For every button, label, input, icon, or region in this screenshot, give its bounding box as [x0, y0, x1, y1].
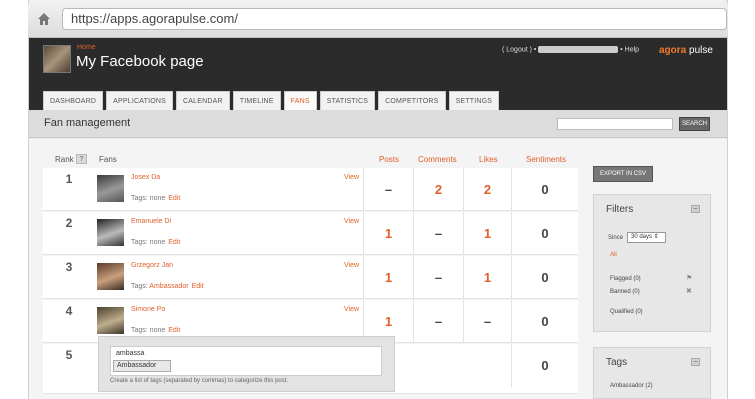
tags-collapse-button[interactable]: –	[691, 358, 700, 366]
row-rank: 3	[65, 260, 73, 274]
likes-count[interactable]: 1	[463, 256, 511, 299]
ban-icon: ✖	[686, 288, 692, 295]
posts-count: –	[363, 168, 413, 211]
home-icon[interactable]	[37, 12, 51, 26]
edit-tags-link[interactable]: Edit	[168, 239, 180, 246]
posts-count[interactable]: 1	[363, 256, 413, 299]
sentiments-count: 0	[511, 256, 578, 299]
tab-settings[interactable]: SETTINGS	[448, 91, 500, 110]
search-input[interactable]	[557, 118, 673, 130]
filter-all[interactable]: All	[610, 252, 617, 258]
likes-count[interactable]: 1	[463, 212, 511, 255]
tab-calendar[interactable]: CALENDAR	[176, 91, 230, 110]
view-link[interactable]: View	[344, 306, 359, 313]
rank-help-button[interactable]: ?	[76, 154, 87, 164]
edit-tags-link[interactable]: Edit	[168, 195, 180, 202]
filters-title: Filters	[606, 204, 634, 215]
col-header-comments[interactable]: Comments	[418, 155, 457, 164]
posts-count[interactable]: 1	[363, 212, 413, 255]
filter-banned[interactable]: Banned (0)	[610, 289, 640, 295]
sentiments-count: 0	[511, 344, 578, 387]
brand-logo: agora pulse	[659, 45, 713, 56]
view-link[interactable]: View	[344, 174, 359, 181]
tab-dashboard[interactable]: DASHBOARD	[43, 91, 104, 110]
filters-panel: Filters – Since 30 days ⇕ All Flagged (0…	[593, 194, 711, 332]
row-rank: 1	[65, 172, 73, 186]
flag-icon: ⚑	[686, 275, 693, 282]
section-title: Fan management	[44, 117, 131, 129]
search-button[interactable]: SEARCH	[679, 117, 710, 131]
fan-avatar[interactable]	[97, 175, 124, 202]
col-header-likes[interactable]: Likes	[479, 155, 498, 164]
edit-tags-link[interactable]: Edit	[168, 327, 180, 334]
tab-competitors[interactable]: COMPETITORS	[378, 91, 446, 110]
col-header-sentiments[interactable]: Sentiments	[526, 155, 566, 164]
tab-statistics[interactable]: STATISTICS	[319, 91, 376, 110]
filter-flagged[interactable]: Flagged (0)	[610, 276, 641, 282]
fan-name-link[interactable]: Josex Da	[131, 174, 160, 181]
breadcrumb-home[interactable]: Home	[77, 44, 96, 51]
fan-tags: Tags: Ambassador Edit	[131, 283, 204, 290]
tag-list-item[interactable]: Ambassador (2)	[610, 383, 653, 389]
sentiments-count: 0	[511, 212, 578, 255]
since-select[interactable]: 30 days ⇕	[627, 232, 666, 243]
likes-count[interactable]: 2	[463, 168, 511, 211]
comments-count: –	[413, 212, 463, 255]
fan-tags: Tags: none Edit	[131, 195, 181, 202]
col-header-posts[interactable]: Posts	[379, 155, 399, 164]
help-link[interactable]: • Help	[620, 46, 639, 53]
table-row: 2 Emanuele Di View Tags: none Edit 1 – 1 …	[43, 212, 578, 255]
tab-applications[interactable]: APPLICATIONS	[106, 91, 173, 110]
page-title: My Facebook page	[76, 53, 204, 70]
tag-suggestion[interactable]: Ambassador	[113, 360, 171, 372]
row-rank: 2	[65, 216, 73, 230]
fan-name-link[interactable]: Grzegorz Jan	[131, 262, 173, 269]
row-rank: 5	[65, 348, 73, 362]
filters-collapse-button[interactable]: –	[691, 205, 700, 213]
filter-qualified[interactable]: Qualified (0)	[610, 309, 643, 315]
tags-title: Tags	[606, 357, 628, 368]
comments-count[interactable]: 2	[413, 168, 463, 211]
fan-tags: Tags: none Edit	[131, 239, 181, 246]
comments-count: –	[413, 300, 463, 343]
col-header-fans: Fans	[99, 155, 117, 164]
export-csv-button[interactable]: EXPORT IN CSV	[593, 166, 653, 182]
fan-avatar[interactable]	[97, 263, 124, 290]
col-header-rank: Rank	[55, 155, 74, 164]
fan-avatar[interactable]	[97, 219, 124, 246]
view-link[interactable]: View	[344, 262, 359, 269]
fan-name-link[interactable]: Emanuele Di	[131, 218, 171, 225]
tag-ambassador[interactable]: Ambassador	[149, 283, 188, 290]
tag-help-text: Create a list of tags (separated by comm…	[110, 378, 289, 384]
fan-avatar[interactable]	[97, 307, 124, 334]
account-email	[538, 46, 619, 53]
page-avatar	[43, 45, 71, 73]
fan-name-link[interactable]: Simone Po	[131, 306, 165, 313]
logout-link[interactable]: ( Logout )	[502, 46, 532, 53]
likes-count: –	[463, 300, 511, 343]
view-link[interactable]: View	[344, 218, 359, 225]
edit-tags-link[interactable]: Edit	[192, 283, 204, 290]
tags-panel: Tags – Ambassador (2)	[593, 347, 711, 399]
tab-timeline[interactable]: TIMELINE	[232, 91, 281, 110]
sentiments-count: 0	[511, 300, 578, 343]
since-label: Since	[608, 235, 624, 241]
row-rank: 4	[65, 304, 73, 318]
main-tabs: DASHBOARD APPLICATIONS CALENDAR TIMELINE…	[43, 91, 500, 110]
account-links: ( Logout ) • • Help	[502, 46, 639, 53]
sentiments-count: 0	[511, 168, 578, 211]
table-row: 1 Josex Da View Tags: none Edit – 2 2 0	[43, 168, 578, 211]
address-bar[interactable]: https://apps.agorapulse.com/	[62, 8, 727, 30]
fan-tags: Tags: none Edit	[131, 327, 181, 334]
table-row: 3 Grzegorz Jan View Tags: Ambassador Edit…	[43, 256, 578, 299]
account-bullet: •	[533, 46, 537, 54]
tab-fans[interactable]: FANS	[283, 91, 317, 110]
comments-count: –	[413, 256, 463, 299]
